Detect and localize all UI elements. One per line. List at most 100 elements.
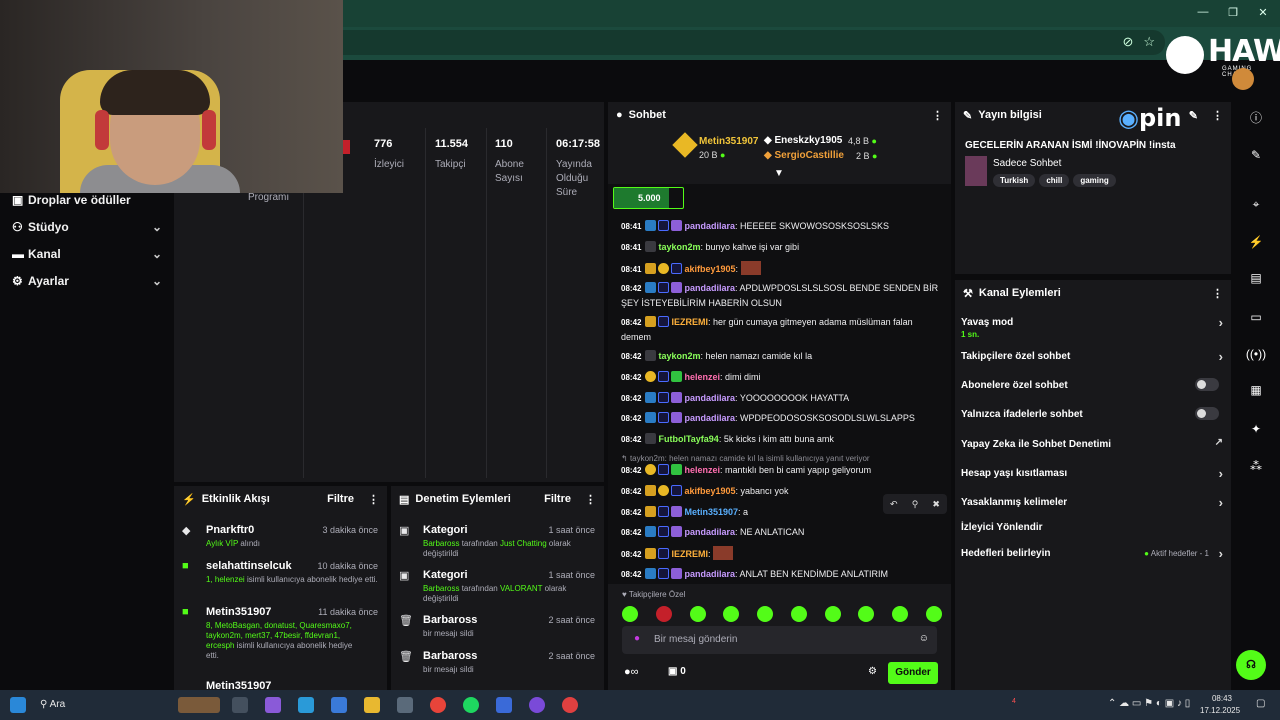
more-options-icon[interactable]: ⋮ <box>1212 287 1223 300</box>
clock-time[interactable]: 08:43 <box>1210 694 1232 703</box>
task-view-icon[interactable] <box>232 697 248 713</box>
delete-icon[interactable]: ✖ <box>932 499 940 510</box>
more-options-icon[interactable]: ⋮ <box>368 493 379 506</box>
subscribers-only-toggle[interactable] <box>1195 378 1219 391</box>
folder-icon[interactable] <box>364 697 380 713</box>
eye-off-icon[interactable]: ⊘ <box>1122 34 1133 49</box>
emote-icon[interactable] <box>723 606 740 622</box>
tag-chip[interactable]: chill <box>1039 174 1070 187</box>
copilot-icon[interactable] <box>265 697 281 713</box>
sidebar-item-drops[interactable]: ▣ Droplar ve ödüller <box>12 193 162 213</box>
spotify-icon[interactable] <box>463 697 479 713</box>
mail-icon[interactable] <box>331 697 347 713</box>
emote-icon[interactable] <box>622 606 638 622</box>
clock-date[interactable]: 17.12.2025 <box>1200 706 1240 715</box>
emote-icon[interactable] <box>824 606 841 622</box>
action-slow-mode[interactable]: Yavaş mod 1 sn. › <box>961 315 1223 339</box>
window-close-button[interactable]: ✕ <box>1248 6 1278 19</box>
lightning-icon[interactable]: ⚡ <box>1244 230 1268 254</box>
system-tray[interactable]: ⌃ ☁ ▭ ⚑ ◐ ▣ ♪ ▯ <box>1108 698 1190 709</box>
sidebar-item-channel[interactable]: ▬ Kanal ⌄ <box>12 247 162 267</box>
sidebar-item-settings[interactable]: ⚙ Ayarlar ⌄ <box>12 274 162 294</box>
microphone-icon[interactable]: ● <box>634 633 640 644</box>
pin-icon[interactable]: ⚲ <box>912 499 919 510</box>
send-button[interactable]: Gönder <box>888 662 938 684</box>
action-banned-words[interactable]: Yasaklanmış kelimeler › <box>961 495 1223 510</box>
emoji-icon[interactable]: ☺ <box>919 633 929 644</box>
edge-icon[interactable] <box>298 697 314 713</box>
star-icon[interactable]: ☆ <box>1143 34 1155 49</box>
address-bar[interactable]: ⊘ ☆ <box>340 30 1165 55</box>
feed-time: 2 saat önce <box>548 651 595 661</box>
activity-filter-button[interactable]: Filtre <box>327 493 354 505</box>
sidebar-item-label: Stüdyo <box>28 220 69 234</box>
more-options-icon[interactable]: ⋮ <box>932 109 943 122</box>
emote-icon[interactable] <box>689 606 706 622</box>
more-options-icon[interactable]: ⋮ <box>1212 109 1223 122</box>
notification-icon[interactable]: ▢ <box>1256 698 1265 709</box>
reply-icon[interactable]: ↶ <box>890 499 898 510</box>
expand-icon[interactable]: ▼ <box>774 168 784 179</box>
emotes-only-toggle[interactable] <box>1195 407 1219 420</box>
action-goals[interactable]: Hedefleri belirleyin ● Aktif hedefler - 1… <box>961 546 1223 561</box>
reward-icon[interactable]: ●∞ <box>624 666 639 678</box>
emote-icon[interactable] <box>858 606 875 622</box>
moderation-filter-button[interactable]: Filtre <box>544 493 571 505</box>
emote-icon[interactable] <box>790 606 807 622</box>
action-raid[interactable]: İzleyici Yönlendir <box>961 522 1223 533</box>
xbox-icon[interactable] <box>397 697 413 713</box>
action-emotes-only[interactable]: Yalnızca ifadelerle sohbet <box>961 407 1223 420</box>
emote-icon[interactable] <box>757 606 774 622</box>
drops-icon[interactable]: ⁂ <box>1244 454 1268 478</box>
wrench-icon[interactable]: ✦ <box>1244 417 1268 441</box>
feed-desc: bir mesajı sildi <box>423 629 474 638</box>
mod-action: Barbaross <box>423 650 478 662</box>
user-avatar[interactable] <box>1232 68 1254 90</box>
chat-message: 08:42 FutbolTayfa94: 5k kicks i kim attı … <box>621 433 834 444</box>
focus-icon[interactable]: ⌖ <box>1244 192 1268 216</box>
sidebar-item-studio[interactable]: ⚇ Stüdyo ⌄ <box>12 220 162 240</box>
kicks-goal[interactable]: 5.000 <box>613 187 684 209</box>
more-options-icon[interactable]: ⋮ <box>585 493 596 506</box>
action-followers-only[interactable]: Takipçilere özel sohbet › <box>961 349 1223 364</box>
chat-message: 08:42 IEZREMI: her gün cumaya gitmeyen ad… <box>621 316 913 342</box>
info-icon[interactable]: ⓘ <box>1244 106 1268 130</box>
top-gifter-name[interactable]: Metin351907 <box>699 136 758 147</box>
emote-icon[interactable] <box>892 606 909 622</box>
chat-message: 08:42 pandadilara: YOOOOOOOOK HAYATTA <box>621 392 850 403</box>
chat-icon[interactable]: ▭ <box>1244 305 1268 329</box>
feed-desc: tarafından <box>461 584 498 593</box>
emote-icon[interactable] <box>655 606 672 622</box>
steam-icon[interactable] <box>496 697 512 713</box>
minimize-button[interactable]: — <box>1188 6 1218 18</box>
discord-icon[interactable] <box>529 697 545 713</box>
chat-settings-icon[interactable]: ⚙ <box>868 666 877 677</box>
stream-category[interactable]: Sadece Sohbet <box>993 158 1061 169</box>
kicks-counter[interactable]: ▣ 0 <box>668 666 686 677</box>
category-thumbnail[interactable] <box>965 156 987 186</box>
windows-start-icon[interactable] <box>10 697 26 713</box>
top-gifter-name[interactable]: Eneskzky1905 <box>774 135 842 146</box>
top-gifter-name[interactable]: SergioCastillie <box>774 150 843 161</box>
taskbar-search[interactable]: ⚲ Ara <box>40 699 65 710</box>
restore-button[interactable]: ❐ <box>1218 6 1248 19</box>
feed-time: 10 dakika önce <box>317 561 378 571</box>
chat-message: 08:42 helenzei: mantıklı ben bi cami yapı… <box>621 464 872 475</box>
broadcast-icon[interactable]: ((•)) <box>1244 342 1268 366</box>
obs-icon[interactable] <box>562 697 578 713</box>
action-account-age[interactable]: Hesap yaşı kısıtlaması › <box>961 466 1223 481</box>
chrome-icon[interactable] <box>430 697 446 713</box>
chevron-down-icon: ⌄ <box>151 274 162 288</box>
layout-icon[interactable]: ▦ <box>1244 378 1268 402</box>
help-button[interactable]: ☊ <box>1236 650 1266 680</box>
edit-icon[interactable]: ✎ <box>1189 109 1198 122</box>
tag-chip[interactable]: gaming <box>1073 174 1116 187</box>
chat-input[interactable]: ● Bir mesaj gönderin ☺ <box>622 626 937 654</box>
widgets-icon[interactable] <box>178 697 220 713</box>
action-ai-moderation[interactable]: Yapay Zeka ile Sohbet Denetimi ↗ <box>961 437 1223 450</box>
emote-icon[interactable] <box>925 606 942 622</box>
pencil-icon[interactable]: ✎ <box>1244 143 1268 167</box>
notes-icon[interactable]: ▤ <box>1244 266 1268 290</box>
action-subscribers-only[interactable]: Abonelere özel sohbet <box>961 378 1223 391</box>
tag-chip[interactable]: Turkish <box>993 174 1036 187</box>
